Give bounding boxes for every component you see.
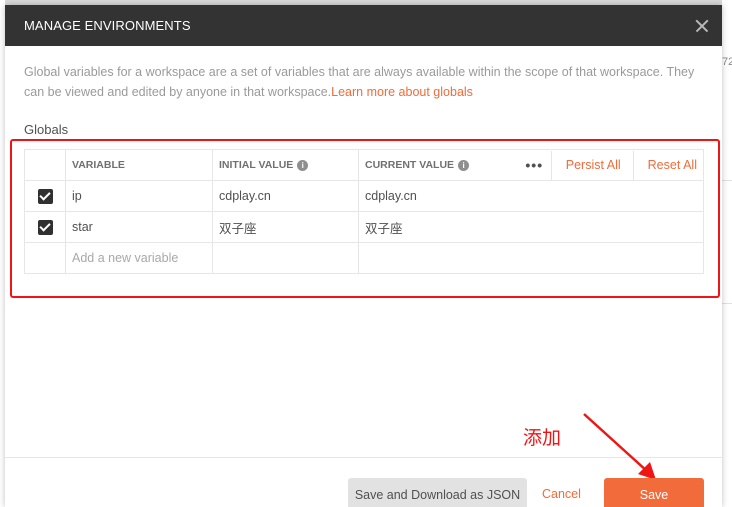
annotation-text: 添加 — [523, 427, 562, 449]
annotation-arrow-icon — [583, 413, 656, 480]
modal-title: MANAGE ENVIRONMENTS — [24, 18, 191, 33]
cancel-button[interactable]: Cancel — [542, 487, 581, 501]
globals-section-title: Globals — [24, 122, 69, 137]
annotation-highlight-box — [10, 139, 720, 298]
learn-more-link[interactable]: Learn more about globals — [331, 85, 473, 99]
manage-environments-modal: MANAGE ENVIRONMENTS Global variables for… — [5, 5, 722, 507]
background-divider — [722, 180, 732, 181]
close-icon[interactable] — [692, 16, 712, 36]
globals-description: Global variables for a workspace are a s… — [24, 62, 704, 102]
save-and-download-json-button[interactable]: Save and Download as JSON — [348, 478, 527, 507]
background-divider — [722, 303, 732, 304]
modal-header: MANAGE ENVIRONMENTS — [5, 5, 722, 46]
save-button[interactable]: Save — [604, 478, 704, 507]
background-partial-text: 72 — [722, 56, 732, 68]
background-app-right: 72 — [722, 0, 732, 507]
